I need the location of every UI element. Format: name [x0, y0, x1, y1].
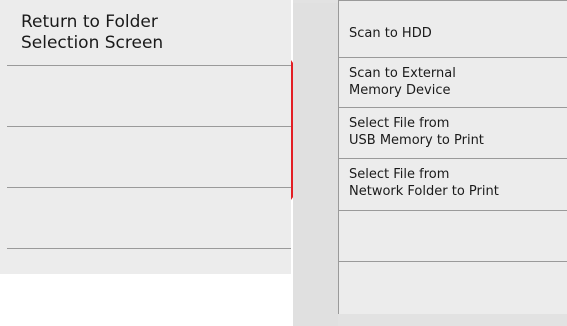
left-menu-panel: Return to Folder Selection Screen	[0, 0, 291, 274]
return-to-folder-selection-button[interactable]: Return to Folder Selection Screen	[7, 0, 291, 66]
right-menu-row-empty[interactable]	[339, 211, 567, 262]
scan-to-hdd-label: Scan to HDD	[349, 26, 432, 41]
select-file-network-print-label: Select File from Network Folder to Print	[349, 167, 499, 199]
left-menu-row-empty[interactable]	[7, 127, 291, 188]
right-menu-panel: Scan to HDD Scan to External Memory Devi…	[293, 0, 567, 326]
scan-to-external-memory-label: Scan to External Memory Device	[349, 66, 456, 98]
left-menu-row-empty[interactable]	[7, 249, 291, 274]
panel-ledge	[293, 3, 338, 326]
scan-to-hdd-button[interactable]: Scan to HDD	[339, 1, 567, 58]
left-menu-row-empty[interactable]	[7, 66, 291, 127]
select-file-network-print-button[interactable]: Select File from Network Folder to Print	[339, 159, 567, 211]
select-file-usb-print-button[interactable]: Select File from USB Memory to Print	[339, 108, 567, 159]
left-menu-row-empty[interactable]	[7, 188, 291, 249]
return-to-folder-selection-label: Return to Folder Selection Screen	[21, 12, 164, 53]
scan-to-external-memory-button[interactable]: Scan to External Memory Device	[339, 58, 567, 108]
scan-print-menu-list: Scan to HDD Scan to External Memory Devi…	[338, 0, 567, 314]
select-file-usb-print-label: Select File from USB Memory to Print	[349, 116, 484, 148]
right-menu-row-empty[interactable]	[339, 262, 567, 314]
